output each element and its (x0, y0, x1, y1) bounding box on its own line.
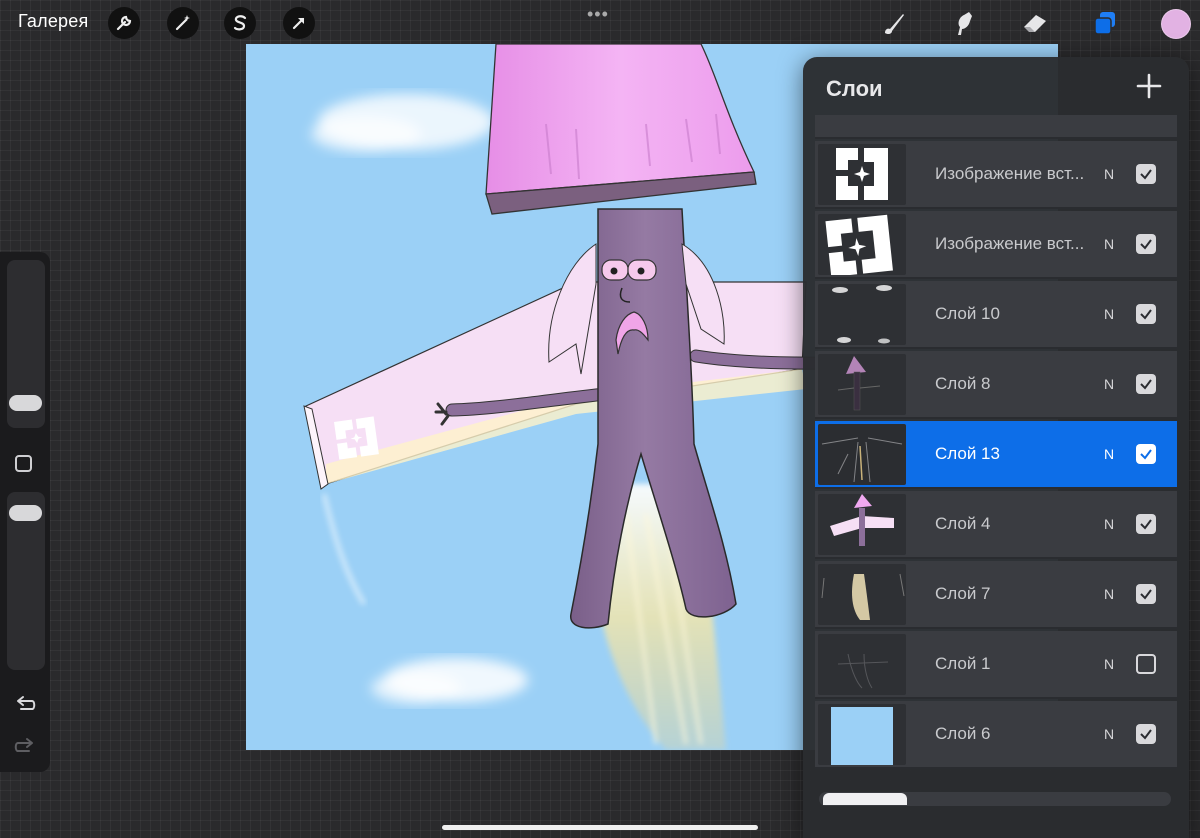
selection-s-icon[interactable] (224, 7, 256, 39)
layer-thumbnail (818, 704, 906, 765)
layer-name: Слой 13 (935, 444, 1000, 463)
blend-mode-button[interactable]: N (1104, 446, 1114, 462)
layer-row[interactable]: Слой 7 N (815, 561, 1177, 629)
eraser-icon[interactable] (1018, 6, 1052, 40)
layer-thumbnail (818, 424, 906, 485)
layer-row-partial[interactable] (815, 115, 1177, 139)
layer-row[interactable]: Изображение вст... N (815, 141, 1177, 209)
color-picker-swatch[interactable] (1161, 9, 1191, 39)
layer-thumbnail (818, 564, 906, 625)
visibility-checkbox[interactable] (1136, 374, 1156, 394)
layer-thumbnail (818, 214, 906, 275)
brush-size-knob[interactable] (9, 395, 42, 411)
blend-mode-button[interactable]: N (1104, 516, 1114, 532)
layer-row-selected[interactable]: Слой 13 N (815, 421, 1177, 489)
redo-icon[interactable] (13, 735, 37, 759)
blend-mode-button[interactable]: N (1104, 376, 1114, 392)
smudge-icon[interactable] (947, 6, 981, 40)
blend-mode-button[interactable]: N (1104, 166, 1114, 182)
visibility-checkbox[interactable] (1136, 514, 1156, 534)
opacity-knob[interactable] (9, 505, 42, 521)
layer-name: Слой 4 (935, 514, 991, 533)
layer-name: Слой 1 (935, 654, 991, 673)
gallery-button[interactable]: Галерея (18, 11, 88, 32)
blend-mode-button[interactable]: N (1104, 306, 1114, 322)
layer-name: Слой 7 (935, 584, 991, 603)
wrench-icon[interactable] (108, 7, 140, 39)
layer-thumbnail (818, 354, 906, 415)
layers-panel: Слои Изображение вст... N Изображение вс… (803, 57, 1189, 838)
blend-mode-button[interactable]: N (1104, 726, 1114, 742)
top-toolbar: Галерея ••• (0, 0, 1200, 44)
more-options-icon[interactable]: ••• (587, 4, 609, 25)
layer-thumbnail (818, 284, 906, 345)
visibility-checkbox[interactable] (1136, 444, 1156, 464)
layer-row[interactable]: Слой 8 N (815, 351, 1177, 419)
plus-icon[interactable] (1136, 73, 1162, 99)
home-indicator[interactable] (442, 825, 758, 830)
layer-name: Изображение вст... (935, 234, 1085, 253)
layer-name: Изображение вст... (935, 164, 1085, 183)
blend-mode-button[interactable]: N (1104, 236, 1114, 252)
layer-thumbnail (818, 494, 906, 555)
visibility-checkbox[interactable] (1136, 234, 1156, 254)
blend-mode-button[interactable]: N (1104, 586, 1114, 602)
layer-list: Изображение вст... N Изображение вст... … (815, 115, 1177, 835)
magic-wand-icon[interactable] (167, 7, 199, 39)
undo-icon[interactable] (13, 693, 37, 717)
layers-panel-title: Слои (826, 76, 883, 101)
layer-name: Слой 10 (935, 304, 1000, 323)
visibility-checkbox[interactable] (1136, 164, 1156, 184)
layer-row[interactable]: Слой 10 N (815, 281, 1177, 349)
layers-icon[interactable] (1088, 6, 1122, 40)
layer-thumbnail (818, 634, 906, 695)
layer-row[interactable]: Слой 1 N (815, 631, 1177, 699)
visibility-checkbox[interactable] (1136, 304, 1156, 324)
layer-thumbnail (818, 144, 906, 205)
move-arrow-icon[interactable] (283, 7, 315, 39)
layer-row[interactable]: Слой 6 N (815, 701, 1177, 769)
brush-icon[interactable] (876, 6, 910, 40)
left-sidebar (0, 252, 50, 772)
visibility-checkbox[interactable] (1136, 724, 1156, 744)
layer-row[interactable]: Изображение вст... N (815, 211, 1177, 279)
layer-row[interactable]: Слой 4 N (815, 491, 1177, 559)
layer-name: Слой 6 (935, 724, 991, 743)
modifier-button[interactable] (15, 455, 32, 472)
layer-name: Слой 8 (935, 374, 991, 393)
background-color-swatch[interactable] (823, 793, 907, 805)
visibility-checkbox[interactable] (1136, 584, 1156, 604)
visibility-checkbox[interactable] (1136, 654, 1156, 674)
blend-mode-button[interactable]: N (1104, 656, 1114, 672)
wing-logo (334, 416, 379, 460)
